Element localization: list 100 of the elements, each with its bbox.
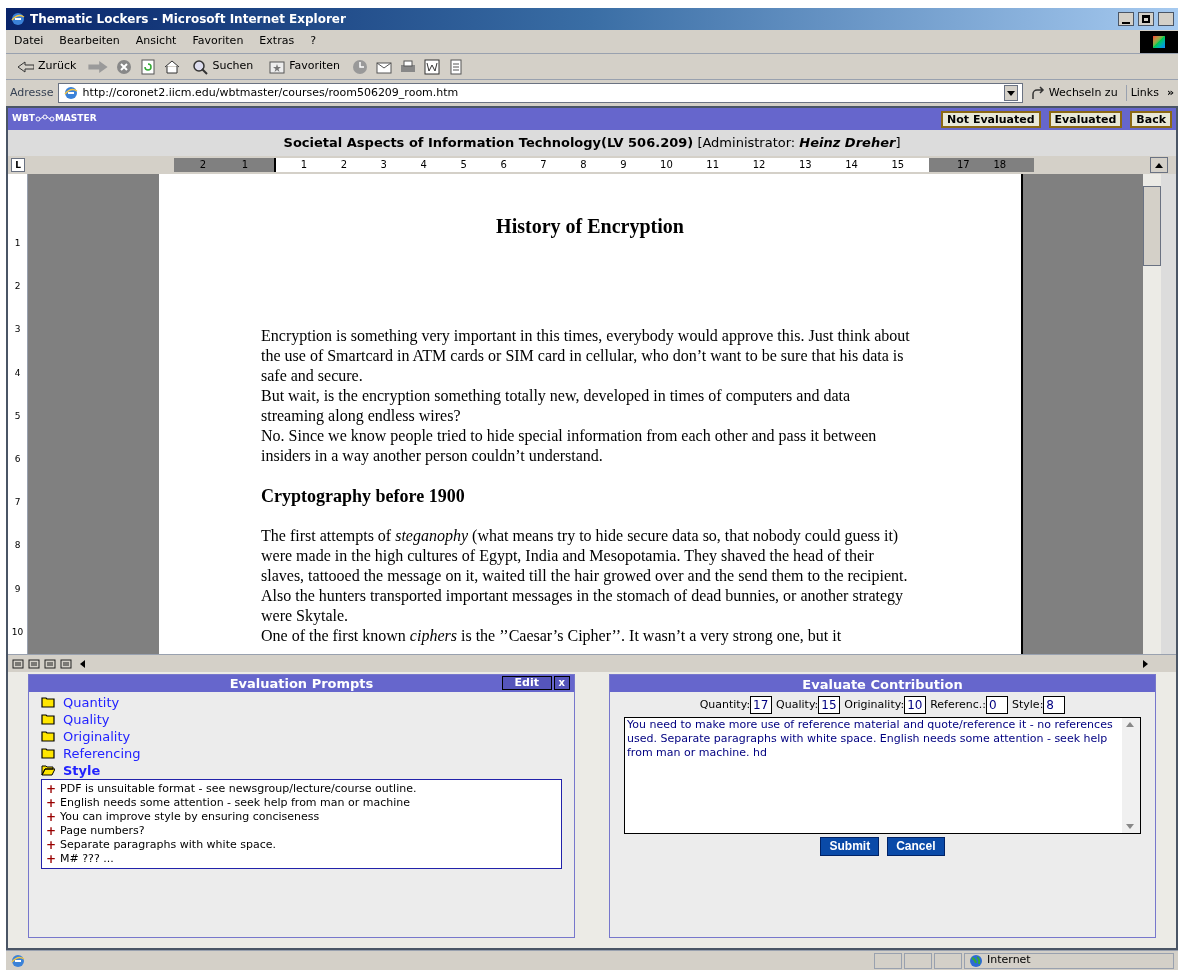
scrollbar[interactable] [1143, 174, 1161, 654]
scroll-down-icon[interactable] [1126, 824, 1134, 829]
ruler-number: 8 [580, 160, 587, 170]
browser-back-button[interactable]: Zurück [14, 54, 81, 79]
windows-logo-icon [1140, 30, 1178, 53]
refresh-icon[interactable] [140, 58, 157, 75]
chevron[interactable]: » [1166, 84, 1178, 102]
prompt-text[interactable]: English needs some attention - seek help from man or machine [60, 796, 411, 810]
status-panel [874, 952, 902, 969]
globe-icon [969, 953, 983, 968]
comment-field[interactable]: You need to make more use of reference material and quote/reference it - no references used. Separate paragraphs with white space. English needs some attention - seek help from man or machine. hd [624, 717, 1141, 834]
prompt-text[interactable]: Page numbers? [60, 824, 145, 838]
menu-item[interactable]: Datei [14, 33, 44, 50]
favorites-button[interactable]: Favoriten [265, 54, 345, 79]
web-view-icon[interactable] [28, 658, 40, 669]
prompt-text[interactable]: Separate paragraphs with white space. [60, 838, 276, 852]
prompt-folder[interactable]: Style [41, 762, 562, 779]
prompt-folder[interactable]: Quality [41, 711, 562, 728]
menu-item[interactable]: Ansicht [135, 33, 177, 50]
plus-mark[interactable]: + [46, 852, 57, 866]
address-field[interactable]: http://coronet2.iicm.edu/wbtmaster/courses/room506209_room.htm [57, 83, 1023, 103]
panel-title: Evaluate Contribution [610, 675, 1155, 692]
print-view-icon[interactable] [44, 658, 56, 669]
scroll-up-icon[interactable] [1155, 162, 1163, 168]
ruler-number: 2 [14, 282, 21, 292]
plus-mark[interactable]: + [46, 824, 57, 838]
menu-item[interactable]: Bearbeiten [59, 33, 120, 50]
ruler-number: 6 [500, 160, 507, 170]
outline-view-icon[interactable] [60, 658, 72, 669]
menu-item[interactable]: Favoriten [192, 33, 244, 50]
cancel-button[interactable]: Cancel [887, 837, 945, 856]
ruler-number: 3 [380, 160, 387, 170]
ruler-number: 17 [956, 160, 970, 170]
dropdown-caret-icon[interactable] [1006, 90, 1015, 96]
vertical-ruler[interactable]: 1 2 3 4 5 6 7 8 9 10 [8, 174, 28, 654]
folder-icon [41, 731, 55, 742]
minimize-icon[interactable] [1118, 12, 1134, 26]
folder-icon [41, 714, 55, 725]
ruler-number: 11 [706, 160, 720, 170]
plus-mark[interactable]: + [46, 782, 57, 796]
plus-mark[interactable]: + [46, 796, 57, 810]
ruler-number: 8 [14, 541, 21, 551]
ruler-number: 10 [660, 160, 673, 170]
document-icon[interactable] [448, 58, 465, 75]
section-heading: Cryptography before 1900 [261, 486, 466, 506]
ruler-number: 1 [241, 160, 249, 170]
prompt-folder[interactable]: Referencing [41, 745, 562, 762]
ruler-number: 3 [14, 325, 21, 335]
close-button[interactable]: x [553, 676, 570, 690]
prompt-text[interactable]: M# ??? ... [60, 852, 114, 866]
ruler-number: 9 [14, 584, 21, 594]
score-label: Quantity: [699, 696, 751, 713]
scroll-right-icon[interactable] [1143, 659, 1148, 668]
word-icon[interactable] [424, 58, 441, 75]
ruler-number: 15 [891, 160, 905, 170]
maximize-icon[interactable] [1138, 12, 1154, 26]
panel-title: Evaluation Prompts [229, 674, 374, 693]
address-label: Adresse [10, 84, 54, 101]
paragraph: No. Since we know people tried to hide special information from each other and pass it between insiders in a way another person couldn’t understand. [261, 426, 878, 466]
ruler-number: 2 [340, 160, 348, 170]
page-icon [62, 85, 79, 101]
paragraph: But wait, is the encryption something totally new, developed in times of computers and data streaming along endless wires? [261, 386, 852, 426]
tab-selector[interactable]: L [11, 158, 25, 172]
score-label: Referenc.: [930, 696, 986, 713]
links-label[interactable]: Links [1125, 84, 1163, 102]
ruler-number: 7 [14, 498, 21, 508]
paragraph: Encryption is something very important in this times, everybody would approve this. Just think about the use of Smartcard in ATM cards or SIM card in cellular, who don’t want to be sure that his data is safe and secure. [261, 326, 911, 386]
nav-button[interactable]: Evaluated [1048, 110, 1123, 128]
normal-view-icon[interactable] [12, 658, 24, 669]
menu-item[interactable]: ? [310, 33, 316, 50]
paragraph: The first attempts of steganophy (what means try to hide secure data so, that nobody could guess it) were made in the high cultures of Egypt, India and Mesopotamia. They shaved the head of their slaves, tattooed the message on it, waited till the hair growed over and the send them to the recipient. Also the hunters transported important messages in the stomach of dead bunnies, or another strategy were Skytale. [261, 526, 909, 626]
score-field[interactable]: 8 [1043, 696, 1066, 714]
status-panel [904, 952, 932, 969]
ruler-number: 13 [798, 160, 812, 170]
ruler-number: 7 [540, 160, 547, 170]
ruler-number: 2 [199, 160, 207, 170]
score-field[interactable]: 17 [750, 696, 773, 714]
print-icon[interactable] [400, 58, 417, 75]
prompt-folder[interactable]: Originality [41, 728, 562, 745]
search-button[interactable]: Suchen [188, 54, 258, 79]
nav-button[interactable]: Back [1130, 110, 1172, 128]
scroll-left-icon[interactable] [80, 659, 85, 668]
menu-item[interactable]: Extras [259, 33, 295, 50]
score-field[interactable]: 10 [904, 696, 927, 714]
curved-arrow-icon [1030, 86, 1045, 100]
plus-mark[interactable]: + [46, 838, 57, 852]
zone-text: Internet [987, 952, 1031, 969]
prompt-text[interactable]: You can improve style by ensuring conciseness [60, 810, 320, 824]
go-button[interactable]: Wechseln zu [1026, 84, 1122, 102]
score-field[interactable]: 15 [818, 696, 841, 714]
plus-mark[interactable]: + [46, 810, 57, 824]
stop-icon[interactable] [116, 58, 133, 75]
nav-button[interactable]: Not Evaluated [941, 110, 1041, 128]
prompt-folder[interactable]: Quantity [41, 694, 562, 711]
ruler-number: 10 [11, 627, 24, 637]
edit-button[interactable]: Edit [501, 676, 552, 690]
score-field[interactable]: 0 [986, 696, 1008, 714]
prompt-text[interactable]: PDF is unsuitable format - see newsgroup/lecture/course outline. [60, 782, 417, 796]
submit-button[interactable]: Submit [820, 837, 880, 856]
home-icon[interactable] [164, 58, 181, 75]
